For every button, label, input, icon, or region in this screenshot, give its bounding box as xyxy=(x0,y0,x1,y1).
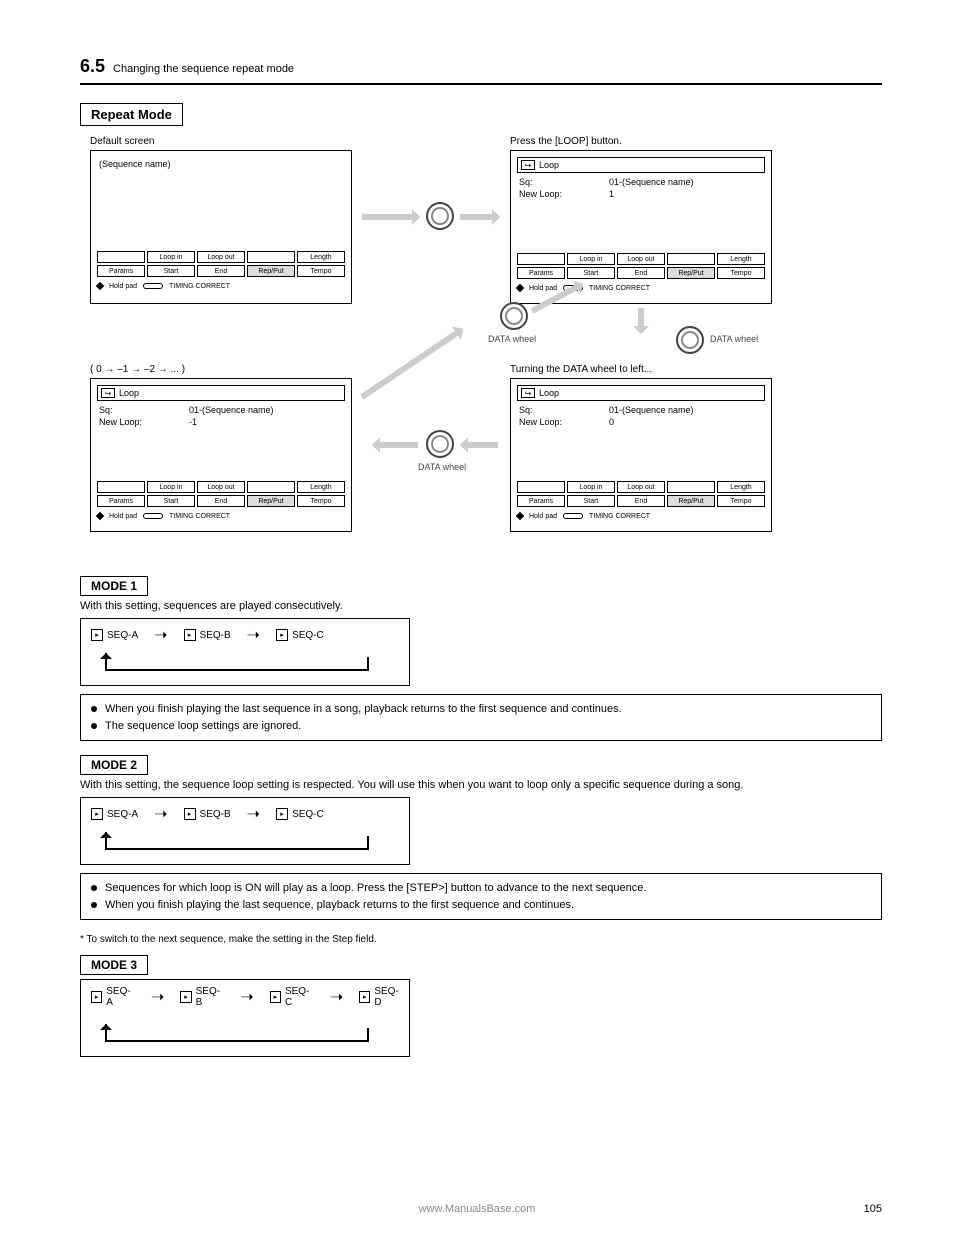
tab: Tempo xyxy=(297,265,345,277)
mode2-heading: MODE 2 xyxy=(80,755,148,775)
tab xyxy=(247,251,295,263)
arrow-diag-icon xyxy=(360,327,463,399)
repeat-mode-heading: Repeat Mode xyxy=(80,103,183,126)
mode2-note: * To switch to the next sequence, make t… xyxy=(80,934,882,945)
play-icon: ▸ xyxy=(276,629,288,641)
screen-loop1: ↪Loop Sq:01-(Sequence name) New Loop:1 L… xyxy=(510,150,772,304)
return-arrow-icon xyxy=(105,1024,369,1042)
arrow-right-icon: ➝ xyxy=(151,987,164,1007)
flow-diagram: Default screen (Sequence name) Loop in L… xyxy=(80,136,882,556)
watermark: www.ManualsBase.com xyxy=(419,1203,536,1215)
mode3-section: MODE 3 ▸SEQ-A ➝ ▸SEQ-B ➝ ▸SEQ-C ➝ ▸SEQ-D xyxy=(80,955,882,1057)
play-icon: ▸ xyxy=(91,808,103,820)
play-icon: ▸ xyxy=(91,991,102,1003)
mode2-section: MODE 2 With this setting, the sequence l… xyxy=(80,755,882,945)
screen-loop-neg: ↪Loop Sq:01-(Sequence name) New Loop:-1 … xyxy=(90,378,352,532)
arrow-left-icon xyxy=(462,442,498,448)
jog-wheel-icon xyxy=(500,302,528,330)
tab: Start xyxy=(147,265,195,277)
arrow-right-icon: ➝ xyxy=(247,804,260,824)
tab: Rep/Put xyxy=(247,265,295,277)
tab: Loop in xyxy=(147,251,195,263)
arrow-right-icon: ➝ xyxy=(154,625,167,645)
pill-icon xyxy=(143,283,163,289)
step1-caption: Default screen xyxy=(90,136,154,147)
loop-icon: ↪ xyxy=(521,160,535,170)
play-icon: ▸ xyxy=(270,991,281,1003)
arrow-right-icon: ➝ xyxy=(240,987,253,1007)
mode1-section: MODE 1 With this setting, sequences are … xyxy=(80,576,882,741)
tab: Loop out xyxy=(197,251,245,263)
jog-label: DATA wheel xyxy=(710,334,758,344)
step3-caption: Turning the DATA wheel to left... xyxy=(510,364,652,375)
arrow-right-icon xyxy=(460,214,498,220)
tab: End xyxy=(197,265,245,277)
mode2-intro: With this setting, the sequence loop set… xyxy=(80,779,882,791)
tab xyxy=(97,251,145,263)
play-icon: ▸ xyxy=(180,991,191,1003)
tab: Length xyxy=(297,251,345,263)
screen-default: (Sequence name) Loop in Loop out Length … xyxy=(90,150,352,304)
mode3-heading: MODE 3 xyxy=(80,955,148,975)
page-header: 6.5 Changing the sequence repeat mode xyxy=(80,56,882,77)
header-rule xyxy=(80,83,882,85)
page-number: 105 xyxy=(864,1203,882,1215)
play-icon: ▸ xyxy=(359,991,370,1003)
return-arrow-icon xyxy=(105,653,369,671)
jog-label: DATA wheel xyxy=(418,462,466,472)
mode1-intro: With this setting, sequences are played … xyxy=(80,600,882,612)
arrow-down-icon xyxy=(638,308,644,332)
mode1-heading: MODE 1 xyxy=(80,576,148,596)
play-icon: ▸ xyxy=(184,629,196,641)
mode1-cycle: ▸SEQ-A ➝ ▸SEQ-B ➝ ▸SEQ-C xyxy=(80,618,410,686)
diamond-icon xyxy=(96,282,104,290)
jog-wheel-icon xyxy=(426,430,454,458)
step2-caption: Press the [LOOP] button. xyxy=(510,136,622,147)
play-icon: ▸ xyxy=(276,808,288,820)
loop-icon: ↪ xyxy=(101,388,115,398)
return-arrow-icon xyxy=(105,832,369,850)
arrow-right-icon: ➝ xyxy=(247,625,260,645)
mode3-cycle: ▸SEQ-A ➝ ▸SEQ-B ➝ ▸SEQ-C ➝ ▸SEQ-D xyxy=(80,979,410,1057)
mode2-bullets: Sequences for which loop is ON will play… xyxy=(80,873,882,920)
loop-icon: ↪ xyxy=(521,388,535,398)
tab: Params xyxy=(97,265,145,277)
jog-label: DATA wheel xyxy=(488,334,536,344)
play-icon: ▸ xyxy=(91,629,103,641)
play-icon: ▸ xyxy=(184,808,196,820)
jog-wheel-icon xyxy=(426,202,454,230)
arrow-right-icon xyxy=(362,214,418,220)
mode2-cycle: ▸SEQ-A ➝ ▸SEQ-B ➝ ▸SEQ-C xyxy=(80,797,410,865)
arrow-right-icon: ➝ xyxy=(154,804,167,824)
section-subtitle: Changing the sequence repeat mode xyxy=(113,63,294,75)
arrow-left-icon xyxy=(374,442,418,448)
jog-wheel-icon xyxy=(676,326,704,354)
section-number: 6.5 xyxy=(80,56,105,77)
arrow-right-icon: ➝ xyxy=(330,987,343,1007)
mode1-bullets: When you finish playing the last sequenc… xyxy=(80,694,882,741)
step4-caption: ( 0 → –1 → –2 → ... ) xyxy=(90,364,185,375)
screen-loop0: ↪Loop Sq:01-(Sequence name) New Loop:0 L… xyxy=(510,378,772,532)
